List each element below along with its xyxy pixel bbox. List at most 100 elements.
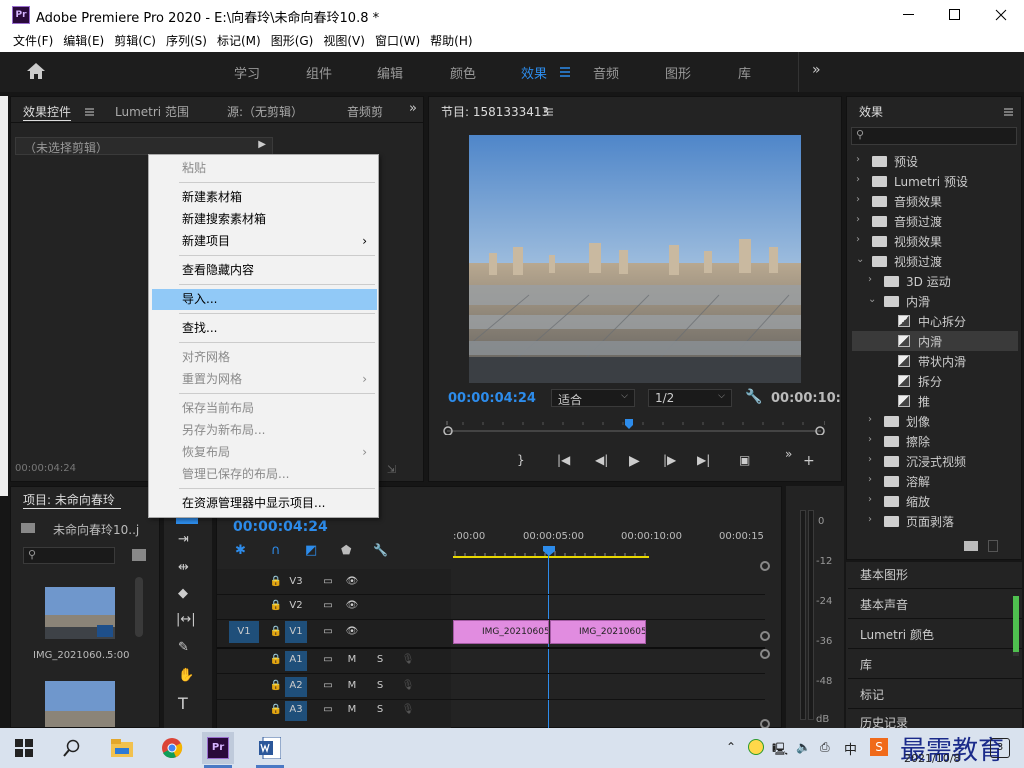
clip-thumbnail[interactable] [45,681,115,727]
nest-toggle-icon[interactable]: ✱ [235,543,246,558]
workspace-tab-learn[interactable]: 学习 [234,63,260,82]
menu-file[interactable]: 文件(F) [8,30,58,52]
tab-audio-mixer[interactable]: 音频剪 [347,103,387,120]
track-eye-icon[interactable]: 👁 [341,573,363,591]
word-icon[interactable] [254,732,286,764]
menu-sequence[interactable]: 序列(S) [161,30,212,52]
menu-item-view-hidden[interactable]: 查看隐藏内容 [152,260,377,281]
effects-tree-item[interactable]: › 音频效果 [852,191,1018,211]
workspace-tab-audio[interactable]: 音频 [593,63,619,82]
tray-device-icon[interactable]: ⎙ [820,740,830,755]
track-eye-icon[interactable]: 👁 [341,597,363,615]
effects-search-input[interactable]: ⚲ [851,127,1017,145]
settings-wrench-icon[interactable]: 🔧 [745,389,762,405]
effects-tree-item[interactable]: › 3D 运动 [852,271,1018,291]
track-label-a2[interactable]: A2 [285,677,307,697]
track-output-icon[interactable]: ▭ [317,677,339,695]
quality-dropdown[interactable]: 1/2 ⌵ [648,389,732,407]
razor-tool-icon[interactable]: ◆ [178,586,188,601]
windows-start-icon[interactable] [8,732,40,764]
project-scrollbar[interactable] [135,577,143,637]
add-button-icon[interactable]: + [803,453,815,469]
menu-help[interactable]: 帮助(H) [425,30,477,52]
effects-tree-item[interactable]: 中心拆分 [852,311,1018,331]
menu-item-new-bin[interactable]: 新建素材箱 [152,187,377,208]
panel-menu-icon[interactable] [85,105,94,119]
mark-out-icon[interactable]: } [517,453,525,467]
solo-button[interactable]: S [369,677,391,695]
export-frame-icon[interactable]: ▣ [739,453,750,467]
hand-tool-icon[interactable]: ✋ [178,668,194,683]
effects-tree-item[interactable]: › 划像 [852,411,1018,431]
panel-essential-graphics[interactable]: 基本图形 [860,566,908,583]
mic-icon[interactable]: 🎙 [397,701,419,719]
effects-tree-item[interactable]: › 缩放 [852,491,1018,511]
source-patch-v1[interactable]: V1 [229,621,259,643]
effects-tree-item[interactable]: 带状内滑 [852,351,1018,371]
mic-icon[interactable]: 🎙 [397,651,419,669]
track-label-a3[interactable]: A3 [285,701,307,721]
menu-item-new-search-bin[interactable]: 新建搜索素材箱 [152,209,377,230]
workspace-tab-editing[interactable]: 编辑 [377,63,403,82]
track-label-v3[interactable]: V3 [285,573,307,591]
track-output-icon[interactable]: ▭ [317,623,339,641]
timeline-clip[interactable]: IMG_20210605 [453,620,549,644]
track-lock-icon[interactable]: 🔒 [265,651,287,669]
effects-tree-item[interactable]: › Lumetri 预设 [852,171,1018,191]
tab-source[interactable]: 源:（无剪辑） [227,103,303,120]
type-tool-icon[interactable]: T [178,694,188,713]
timeline-clip[interactable]: IMG_20210605 [550,620,646,644]
timeline-settings-wrench-icon[interactable]: 🔧 [373,543,388,557]
file-explorer-icon[interactable] [106,732,138,764]
notification-center-icon[interactable]: 3 [990,738,1010,758]
workspace-tab-assembly[interactable]: 组件 [306,63,332,82]
sogou-input-icon[interactable]: S [870,738,888,756]
menu-item-reveal-explorer[interactable]: 在资源管理器中显示项目... [152,493,377,514]
go-to-out-icon[interactable]: ▶| [697,453,710,467]
track-label-a1[interactable]: A1 [285,651,307,671]
effects-tree-item[interactable]: › 视频效果 [852,231,1018,251]
effects-tree-item[interactable]: › 音频过渡 [852,211,1018,231]
solo-button[interactable]: S [369,651,391,669]
panel-markers[interactable]: 标记 [860,686,884,703]
tray-app-icon[interactable] [748,739,764,755]
scroll-handle-icon[interactable] [760,631,770,641]
track-label-v2[interactable]: V2 [285,597,307,615]
effects-tree-item[interactable]: › 页面剥落 [852,511,1018,531]
side-scrollbar[interactable] [1013,596,1019,656]
clip-thumbnail[interactable] [45,587,115,639]
track-output-icon[interactable]: ▭ [317,701,339,719]
play-triangle-icon[interactable]: ▶ [258,139,266,150]
track-lock-icon[interactable]: 🔒 [265,573,287,591]
maximize-button[interactable] [932,0,978,30]
play-icon[interactable]: ▶ [629,453,640,469]
chrome-icon[interactable] [156,732,188,764]
go-to-in-icon[interactable]: |◀ [557,453,570,467]
track-output-icon[interactable]: ▭ [317,597,339,615]
track-lock-icon[interactable]: 🔒 [265,677,287,695]
new-bin-icon[interactable] [964,541,978,551]
menu-item-align-grid[interactable]: 对齐网格 [152,347,377,368]
tab-lumetri-scopes[interactable]: Lumetri 范围 [115,103,189,120]
overflow-icon[interactable]: » [785,447,792,461]
tray-volume-icon[interactable]: 🔈 [796,740,811,754]
snap-magnet-icon[interactable]: ∩ [271,543,281,558]
effects-tree-item[interactable]: › 沉浸式视频 [852,451,1018,471]
menu-item-reset-grid[interactable]: 重置为网格 › [152,369,377,390]
panel-overflow-icon[interactable]: » [409,101,417,116]
effects-tree-item[interactable]: 拆分 [852,371,1018,391]
menu-graphics[interactable]: 图形(G) [266,30,319,52]
track-lock-icon[interactable]: 🔒 [265,623,287,641]
menu-item-find[interactable]: 查找... [152,318,377,339]
minimize-button[interactable] [886,0,932,30]
program-video-frame[interactable] [469,135,801,383]
effects-tree-item[interactable]: 推 [852,391,1018,411]
timeline-timecode[interactable]: 00:00:04:24 [233,519,328,535]
menu-item-save-as-layout[interactable]: 另存为新布局... [152,420,377,441]
slip-tool-icon[interactable]: |↔| [176,612,196,627]
menu-marker[interactable]: 标记(M) [212,30,266,52]
scroll-handle-icon[interactable] [760,561,770,571]
effects-tree-item[interactable]: › 擦除 [852,431,1018,451]
program-menu-icon[interactable] [544,105,553,119]
track-lock-icon[interactable]: 🔒 [265,701,287,719]
